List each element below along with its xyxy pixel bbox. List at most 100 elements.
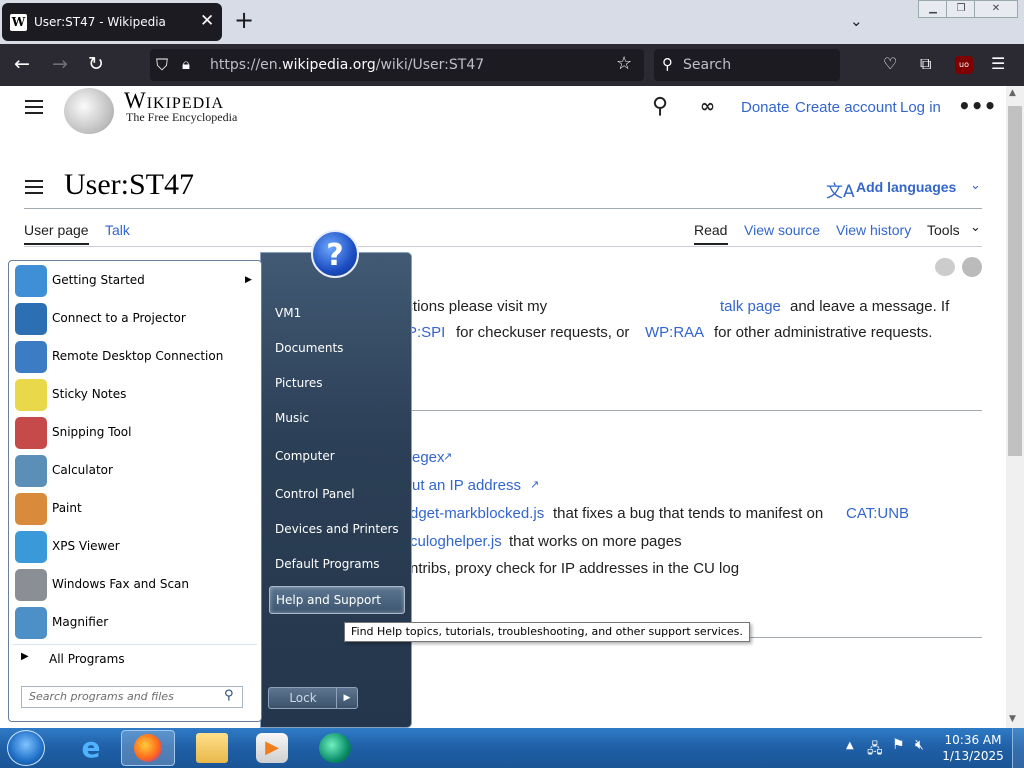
ip-address-link[interactable]: ut an IP address: [412, 477, 521, 494]
start-button-windows-orb-icon[interactable]: [7, 730, 45, 766]
create-account-link[interactable]: Create account: [795, 99, 897, 116]
shutdown-options-arrow-icon[interactable]: ▶: [336, 687, 358, 709]
program-item[interactable]: Calculator: [13, 453, 257, 489]
place-pictures[interactable]: Pictures: [269, 370, 403, 396]
browser-search-bar[interactable]: ⚲ Search: [654, 49, 840, 81]
place-devices-and-printers[interactable]: Devices and Printers: [269, 516, 403, 542]
program-item[interactable]: Windows Fax and Scan: [13, 567, 257, 603]
tab-user-page[interactable]: User page: [24, 222, 89, 238]
ublock-origin-icon[interactable]: uo: [955, 56, 973, 74]
program-item[interactable]: Sticky Notes: [13, 377, 257, 413]
tab-read[interactable]: Read: [694, 222, 727, 238]
add-languages-button[interactable]: Add languages: [856, 179, 956, 195]
address-bar[interactable]: ⛉ 🔒︎ https://en.wikipedia.org/wiki/User:…: [150, 49, 644, 81]
program-label: Getting Started: [52, 273, 145, 287]
extensions-puzzle-icon[interactable]: ⧉: [920, 54, 931, 74]
paragraph-text: for checkuser requests, or: [456, 324, 630, 341]
help-and-support-picture-icon: ?: [311, 230, 359, 278]
appearance-glasses-icon[interactable]: ∞: [700, 96, 715, 117]
place-computer[interactable]: Computer: [269, 443, 403, 469]
app-taskbar-button[interactable]: [308, 730, 362, 766]
new-tab-icon[interactable]: +: [234, 6, 254, 34]
chevron-down-icon[interactable]: ⌄: [970, 178, 981, 193]
active-tab-underline: [24, 243, 89, 245]
program-label: Sticky Notes: [52, 387, 127, 401]
scroll-down-arrow-icon[interactable]: ▼: [1009, 714, 1016, 724]
wikipedia-globe-logo[interactable]: [64, 88, 114, 134]
program-item[interactable]: Snipping Tool: [13, 415, 257, 451]
list-all-tabs-icon[interactable]: ⌄: [850, 12, 863, 30]
file-explorer-taskbar-button[interactable]: [185, 730, 239, 766]
firefox-icon: [134, 734, 162, 762]
program-item[interactable]: Getting Started ▶: [13, 263, 257, 299]
action-center-flag-icon[interactable]: ⚑: [892, 737, 905, 753]
program-item[interactable]: Paint: [13, 491, 257, 527]
scroll-up-arrow-icon[interactable]: ▲: [1009, 88, 1016, 98]
tab-talk[interactable]: Talk: [105, 222, 130, 238]
markblocked-script-link[interactable]: dget-markblocked.js: [410, 505, 544, 522]
submenu-arrow-icon[interactable]: ▶: [245, 275, 252, 285]
search-icon[interactable]: ⚲: [652, 94, 668, 119]
internet-explorer-taskbar-button[interactable]: e: [64, 730, 118, 766]
program-item[interactable]: Magnifier: [13, 605, 257, 641]
place-default-programs[interactable]: Default Programs: [269, 551, 403, 577]
windows-taskbar: e ▶ ▲ 🖧︎ ⚑ 🔇︎ 10:36 AM 1/13/2025: [0, 728, 1024, 768]
network-icon[interactable]: 🖧︎: [867, 738, 883, 762]
talk-page-link[interactable]: talk page: [720, 298, 781, 315]
bookmark-star-icon[interactable]: ☆: [616, 53, 632, 74]
list-item-text: that works on more pages: [509, 533, 682, 550]
tools-menu[interactable]: Tools: [927, 222, 960, 238]
tracking-protection-shield-icon[interactable]: ⛉: [156, 55, 168, 75]
back-arrow-icon[interactable]: ←: [14, 53, 30, 75]
chevron-down-icon[interactable]: ⌄: [970, 220, 981, 235]
program-item[interactable]: Remote Desktop Connection: [13, 339, 257, 375]
close-window-icon[interactable]: ✕: [974, 0, 1018, 18]
volume-muted-icon[interactable]: 🔇︎: [915, 737, 924, 753]
log-in-link[interactable]: Log in: [900, 99, 941, 116]
lock-button[interactable]: Lock: [268, 687, 338, 709]
browser-tab[interactable]: W User:ST47 - Wikipedia ✕: [2, 3, 222, 41]
programs-divider: [13, 644, 257, 645]
minimize-window-icon[interactable]: ▁: [918, 0, 948, 18]
url-text[interactable]: https://en.wikipedia.org/wiki/User:ST47: [210, 57, 484, 73]
place-help-and-support[interactable]: Help and Support: [269, 586, 405, 614]
pocket-icon[interactable]: ♡: [883, 54, 897, 73]
forward-arrow-icon[interactable]: →: [52, 53, 68, 75]
program-item[interactable]: XPS Viewer: [13, 529, 257, 565]
lock-icon[interactable]: 🔒︎: [182, 55, 190, 73]
app-menu-icon[interactable]: ☰: [991, 54, 1005, 73]
media-player-taskbar-button[interactable]: ▶: [245, 730, 299, 766]
tab-view-history[interactable]: View history: [836, 222, 911, 238]
place-user-folder[interactable]: VM1: [269, 300, 403, 326]
paint-icon: [15, 493, 47, 525]
program-label: Paint: [52, 501, 82, 515]
main-menu-icon[interactable]: [25, 96, 43, 118]
program-label: Magnifier: [52, 615, 109, 629]
place-music[interactable]: Music: [269, 405, 403, 431]
wp-spi-link[interactable]: P:SPI: [407, 324, 445, 341]
search-programs-input[interactable]: Search programs and files ⚲: [21, 686, 243, 708]
tab-view-source[interactable]: View source: [744, 222, 820, 238]
place-documents[interactable]: Documents: [269, 335, 403, 361]
program-item[interactable]: Connect to a Projector: [13, 301, 257, 337]
fax-scan-icon: [15, 569, 47, 601]
show-desktop-button[interactable]: [1012, 728, 1024, 768]
cat-unb-link[interactable]: CAT:UNB: [846, 505, 909, 522]
table-of-contents-icon[interactable]: [25, 176, 43, 198]
scrollbar-thumb[interactable]: [1008, 106, 1022, 456]
show-hidden-icons-arrow-icon[interactable]: ▲: [846, 740, 854, 751]
culoghelper-script-link[interactable]: culoghelper.js: [410, 533, 502, 550]
wp-raa-link[interactable]: WP:RAA: [645, 324, 704, 341]
place-control-panel[interactable]: Control Panel: [269, 481, 403, 507]
app-icon: [319, 733, 351, 763]
reload-icon[interactable]: ↻: [88, 53, 104, 75]
all-programs-button[interactable]: ▶ All Programs: [13, 647, 257, 671]
system-clock[interactable]: 10:36 AM 1/13/2025: [938, 732, 1008, 764]
firefox-taskbar-button[interactable]: [121, 730, 175, 766]
donate-link[interactable]: Donate: [741, 99, 789, 116]
more-options-icon[interactable]: •••: [958, 94, 996, 118]
restore-window-icon[interactable]: ❐: [946, 0, 976, 18]
translate-icon[interactable]: 文A: [826, 177, 855, 202]
close-tab-icon[interactable]: ✕: [200, 11, 214, 31]
regex-link[interactable]: egex: [412, 449, 445, 466]
